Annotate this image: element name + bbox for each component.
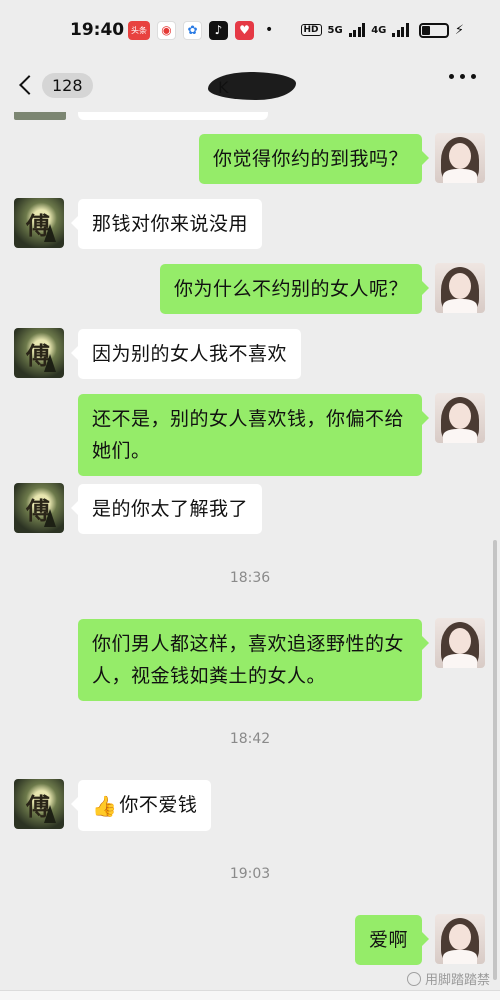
message-bubble-sent[interactable]: 你为什么不约别的女人呢？	[159, 264, 430, 314]
status-bar: 19:40 头条 ◉ ✿ ♪ ♥ • HD 5G 4G ⚡	[0, 0, 500, 60]
watermark: 用脚踏踏禁	[406, 969, 490, 988]
message-bubble-partial	[78, 112, 268, 120]
back-button[interactable]: 128	[14, 70, 93, 100]
chat-title[interactable]: K	[200, 72, 310, 100]
more-dot-icon	[460, 74, 465, 79]
watermark-text: 用脚踏踏禁	[424, 973, 490, 988]
more-options-button[interactable]	[449, 74, 476, 79]
battery-level	[421, 25, 430, 35]
battery-icon	[418, 22, 449, 38]
system-indicators: HD 5G 4G ⚡	[300, 22, 464, 38]
message-bubble-sent[interactable]: 爱啊	[354, 915, 430, 965]
video-app-icon: ◉	[157, 20, 176, 40]
chevron-left-icon	[19, 75, 39, 95]
network-5g-label: 5G	[327, 24, 343, 36]
chat-header: 128 K	[0, 60, 500, 112]
message-timestamp: 18:36	[229, 570, 271, 586]
my-avatar[interactable]	[435, 618, 485, 668]
hd-voice-icon: HD	[300, 24, 322, 36]
my-avatar[interactable]	[435, 133, 485, 183]
unread-count-badge: 128	[42, 72, 93, 98]
signal-icon	[392, 23, 409, 37]
charging-icon: ⚡	[454, 22, 464, 38]
message-text: 你不爱钱	[119, 794, 198, 816]
redaction-scribble	[208, 72, 296, 100]
toutiao-icon: 头条	[128, 20, 150, 40]
network-4g-label: 4G	[371, 24, 387, 36]
baidu-paw-icon: ✿	[183, 20, 202, 40]
more-dot-icon	[449, 74, 454, 79]
avatar-partial	[14, 112, 66, 120]
input-bar-edge	[0, 990, 500, 1000]
tiktok-icon: ♪	[209, 20, 228, 40]
signal-icon	[348, 23, 366, 37]
message-timestamp: 18:42	[229, 731, 271, 747]
message-bubble-received[interactable]: 因为别的女人我不喜欢	[70, 329, 302, 379]
message-bubble-received[interactable]: 👍 你不爱钱	[70, 780, 212, 831]
contact-avatar[interactable]: 傅	[14, 483, 64, 533]
more-notifications-dot: •	[265, 22, 274, 38]
notification-icons: 头条 ◉ ✿ ♪ ♥ •	[128, 20, 274, 40]
thumbs-up-icon: 👍	[92, 793, 118, 818]
watermark-logo-icon	[406, 971, 421, 986]
message-bubble-sent[interactable]: 你觉得你约的到我吗？	[198, 134, 430, 184]
my-avatar[interactable]	[435, 263, 485, 313]
status-time: 19:40	[70, 20, 125, 40]
message-bubble-sent[interactable]: 你们男人都这样，喜欢追逐野性的女人，视金钱如粪土的女人。	[78, 619, 429, 701]
more-dot-icon	[471, 74, 476, 79]
contact-avatar[interactable]: 傅	[14, 779, 64, 829]
heart-app-icon: ♥	[235, 20, 254, 40]
message-timestamp: 19:03	[229, 866, 271, 882]
message-bubble-received[interactable]: 是的你太了解我了	[70, 484, 263, 534]
message-bubble-received[interactable]: 那钱对你来说没用	[70, 199, 263, 249]
scrollbar[interactable]	[493, 540, 497, 980]
contact-avatar[interactable]: 傅	[14, 328, 64, 378]
contact-avatar[interactable]: 傅	[14, 198, 64, 248]
my-avatar[interactable]	[435, 914, 485, 964]
my-avatar[interactable]	[435, 393, 485, 443]
message-bubble-sent[interactable]: 还不是，别的女人喜欢钱，你偏不给她们。	[78, 394, 429, 476]
